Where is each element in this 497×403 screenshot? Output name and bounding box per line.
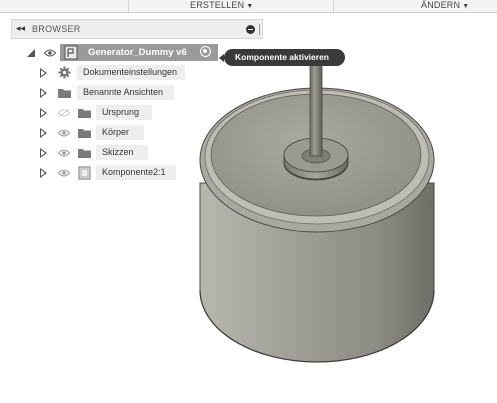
folder-icon <box>78 109 91 118</box>
visibility-hidden-icon[interactable] <box>58 109 70 117</box>
expand-arrow-icon[interactable] <box>40 108 47 118</box>
collapse-panel-icon[interactable]: ◂◂ <box>16 23 25 34</box>
tree-item-komponente2[interactable]: Komponente2:1 <box>96 165 176 180</box>
browser-title: BROWSER <box>32 24 81 34</box>
folder-icon <box>78 149 91 158</box>
expand-arrow-icon[interactable] <box>40 68 47 78</box>
minimize-icon[interactable] <box>246 25 255 34</box>
panel-grip-icon[interactable] <box>259 24 262 35</box>
expand-arrow-icon[interactable] <box>40 88 47 98</box>
component-icon <box>64 45 78 60</box>
browser-panel-header: ◂◂ BROWSER <box>11 19 263 39</box>
activate-component-radio[interactable] <box>200 46 211 57</box>
component-icon <box>78 166 91 180</box>
visibility-eye-icon[interactable] <box>58 169 70 177</box>
visibility-eye-icon[interactable] <box>58 129 70 137</box>
visibility-eye-icon[interactable] <box>58 149 70 157</box>
tree-item-benannte-ansichten[interactable]: Benannte Ansichten <box>77 85 174 100</box>
expand-arrow-icon[interactable] <box>40 148 47 158</box>
generator-model[interactable] <box>199 54 435 363</box>
root-component-label: Generator_Dummy v6 <box>88 47 187 58</box>
expand-arrow-icon[interactable] <box>40 128 47 138</box>
collapse-arrow-icon[interactable] <box>27 49 35 57</box>
expand-arrow-icon[interactable] <box>40 168 47 178</box>
tree-item-dokumenteinstellungen[interactable]: Dokumenteinstellungen <box>77 65 185 80</box>
tree-item-skizzen[interactable]: Skizzen <box>96 145 148 160</box>
visibility-eye-icon[interactable] <box>44 49 56 57</box>
tree-item-ursprung[interactable]: Ursprung <box>96 105 152 120</box>
activate-component-tooltip: Komponente aktivieren <box>219 49 345 66</box>
folder-icon <box>78 129 91 138</box>
tree-item-koerper[interactable]: Körper <box>96 125 144 140</box>
gear-icon <box>58 66 71 79</box>
folder-icon <box>58 89 71 98</box>
